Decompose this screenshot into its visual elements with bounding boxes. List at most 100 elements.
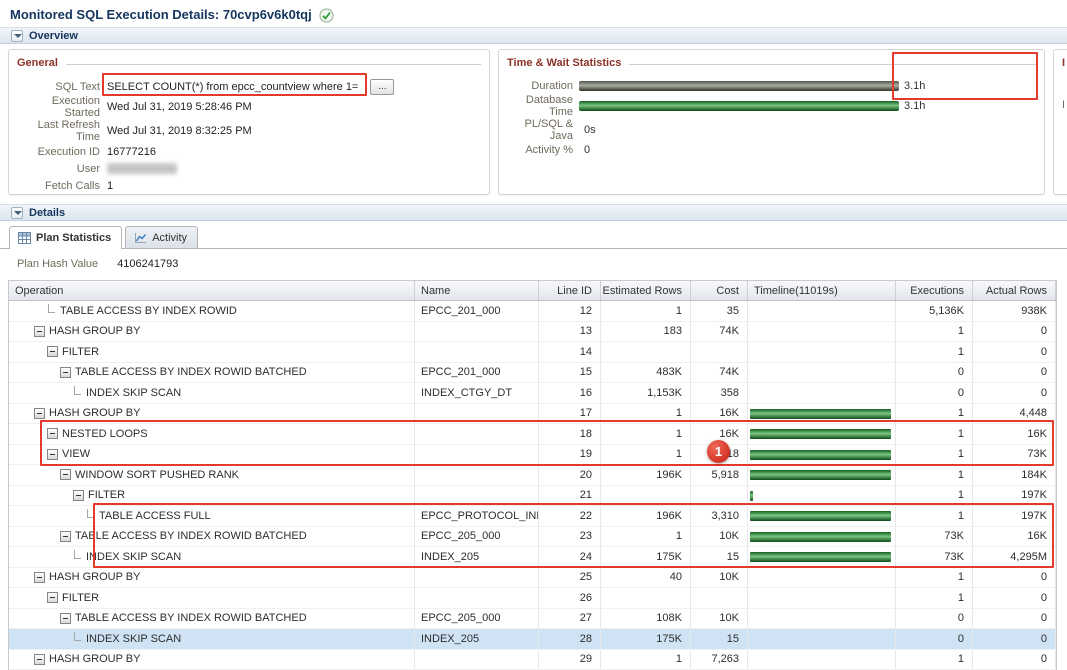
cell-estimated_rows: 175K	[601, 547, 691, 567]
cell-actual_rows: 0	[973, 322, 1056, 342]
col-name[interactable]: Name	[415, 281, 539, 300]
plan-row-line-16[interactable]: INDEX SKIP SCANINDEX_CTGY_DT161,153K3580…	[9, 383, 1056, 404]
cell-operation: TABLE ACCESS BY INDEX ROWID	[9, 301, 415, 321]
overview-collapse-icon[interactable]	[11, 30, 23, 42]
tree-collapse-icon[interactable]	[34, 572, 45, 583]
col-estimated-rows[interactable]: Estimated Rows	[601, 281, 691, 300]
cell-cost: 10K	[691, 527, 748, 547]
overview-section-header[interactable]: Overview	[0, 27, 1067, 44]
operation-label: HASH GROUP BY	[49, 653, 141, 665]
cell-estimated_rows: 175K	[601, 629, 691, 649]
cell-cost: 10K	[691, 609, 748, 629]
tree-collapse-icon[interactable]	[34, 326, 45, 337]
tree-collapse-icon[interactable]	[60, 531, 71, 542]
cell-executions: 0	[896, 629, 973, 649]
plan-table-header: OperationNameLine IDEstimated RowsCostTi…	[9, 281, 1056, 301]
tree-leaf-icon	[87, 509, 94, 518]
tree-collapse-icon[interactable]	[34, 408, 45, 419]
plan-row-line-23[interactable]: TABLE ACCESS BY INDEX ROWID BATCHEDEPCC_…	[9, 527, 1056, 548]
plan-row-line-15[interactable]: TABLE ACCESS BY INDEX ROWID BATCHED EPCC_…	[9, 363, 1056, 384]
cell-executions: 1	[896, 568, 973, 588]
cell-name: INDEX_CTGY_DT	[415, 383, 539, 403]
tree-collapse-icon[interactable]	[47, 428, 58, 439]
cell-timeline	[748, 650, 896, 670]
plan-row-line-13[interactable]: HASH GROUP BY1318374K10	[9, 322, 1056, 343]
cell-operation: HASH GROUP BY	[9, 650, 415, 670]
activity-value: 0	[584, 144, 590, 156]
timeline-bar	[750, 532, 891, 542]
cell-timeline	[748, 609, 896, 629]
cell-actual_rows: 0	[973, 609, 1056, 629]
tree-collapse-icon[interactable]	[60, 469, 71, 480]
operation-label: FILTER	[62, 592, 99, 604]
plan-row-line-26[interactable]: FILTER2610	[9, 588, 1056, 609]
timeline-bar	[750, 552, 891, 562]
cell-name	[415, 404, 539, 424]
execution_started-value: Wed Jul 31, 2019 5:28:46 PM	[107, 101, 252, 113]
tree-collapse-icon[interactable]	[73, 490, 84, 501]
plan-row-line-17[interactable]: HASH GROUP BY17116K14,448	[9, 404, 1056, 425]
operation-label: VIEW	[62, 448, 90, 460]
database-time-label: Database Time	[507, 94, 579, 118]
tree-collapse-icon[interactable]	[60, 367, 71, 378]
user-value	[107, 163, 177, 175]
redacted-user-value	[107, 163, 177, 174]
details-collapse-icon[interactable]	[11, 207, 23, 219]
plan-row-line-25[interactable]: HASH GROUP BY254010K10	[9, 568, 1056, 589]
time-wait-statistics-panel: Time & Wait Statistics Duration3.1hDatab…	[498, 49, 1045, 195]
col-actual-rows[interactable]: Actual Rows	[973, 281, 1056, 300]
operation-label: TABLE ACCESS BY INDEX ROWID BATCHED	[75, 366, 307, 378]
tree-collapse-icon[interactable]	[34, 654, 45, 665]
plan-row-line-24[interactable]: INDEX SKIP SCANINDEX_20524175K1573K4,295…	[9, 547, 1056, 568]
cell-operation: FILTER	[9, 588, 415, 608]
operation-label: INDEX SKIP SCAN	[86, 551, 181, 563]
plan-row-line-19[interactable]: VIEW1915,918173K	[9, 445, 1056, 466]
cell-estimated_rows: 196K	[601, 506, 691, 526]
plan-row-line-28[interactable]: INDEX SKIP SCANINDEX_20528175K1500	[9, 629, 1056, 650]
cell-actual_rows: 938K	[973, 301, 1056, 321]
col-executions[interactable]: Executions	[896, 281, 973, 300]
tab-activity[interactable]: Activity	[125, 226, 198, 248]
plan-row-line-21[interactable]: FILTER211197K	[9, 486, 1056, 507]
plan-row-line-14[interactable]: FILTER1410	[9, 342, 1056, 363]
cell-operation: TABLE ACCESS BY INDEX ROWID BATCHED	[9, 609, 415, 629]
cell-estimated_rows	[601, 588, 691, 608]
plan-row-line-27[interactable]: TABLE ACCESS BY INDEX ROWID BATCHEDEPCC_…	[9, 609, 1056, 630]
plan-row-line-22[interactable]: TABLE ACCESS FULLEPCC_PROTOCOL_INFO22196…	[9, 506, 1056, 527]
sql-text-more-button[interactable]: ...	[370, 79, 394, 95]
col-operation[interactable]: Operation	[9, 281, 415, 300]
cell-line_id: 23	[539, 527, 601, 547]
col-line-id[interactable]: Line ID	[539, 281, 601, 300]
plan-row-line-12[interactable]: TABLE ACCESS BY INDEX ROWIDEPCC_201_0001…	[9, 301, 1056, 322]
tree-collapse-icon[interactable]	[47, 449, 58, 460]
plan-row-line-29[interactable]: HASH GROUP BY2917,26310	[9, 650, 1056, 670]
bar-track	[579, 101, 899, 111]
tree-collapse-icon[interactable]	[60, 613, 71, 624]
cell-name	[415, 342, 539, 362]
plan-row-line-18[interactable]: NESTED LOOPS18116K116K	[9, 424, 1056, 445]
duration-bar	[579, 81, 899, 91]
cell-estimated_rows	[601, 342, 691, 362]
cell-cost: 35	[691, 301, 748, 321]
cell-estimated_rows: 1,153K	[601, 383, 691, 403]
cell-timeline	[748, 322, 896, 342]
col-timeline-11019s[interactable]: Timeline(11019s)	[748, 281, 896, 300]
plan-row-line-20[interactable]: WINDOW SORT PUSHED RANK20196K5,9181184K	[9, 465, 1056, 486]
tab-plan-statistics[interactable]: Plan Statistics	[9, 226, 122, 248]
field-user: User	[17, 160, 481, 177]
tree-collapse-icon[interactable]	[47, 346, 58, 357]
cell-estimated_rows: 108K	[601, 609, 691, 629]
cell-timeline	[748, 568, 896, 588]
cell-timeline	[748, 301, 896, 321]
col-cost[interactable]: Cost	[691, 281, 748, 300]
cell-estimated_rows: 1	[601, 424, 691, 444]
cell-line_id: 15	[539, 363, 601, 383]
status-check-icon	[319, 8, 334, 23]
cell-name: EPCC_201_000	[415, 363, 539, 383]
field-fetch_calls: Fetch Calls1	[17, 177, 481, 194]
tree-collapse-icon[interactable]	[47, 592, 58, 603]
cell-line_id: 19	[539, 445, 601, 465]
cell-cost	[691, 486, 748, 506]
details-section-header[interactable]: Details	[0, 204, 1067, 221]
cell-executions: 1	[896, 404, 973, 424]
